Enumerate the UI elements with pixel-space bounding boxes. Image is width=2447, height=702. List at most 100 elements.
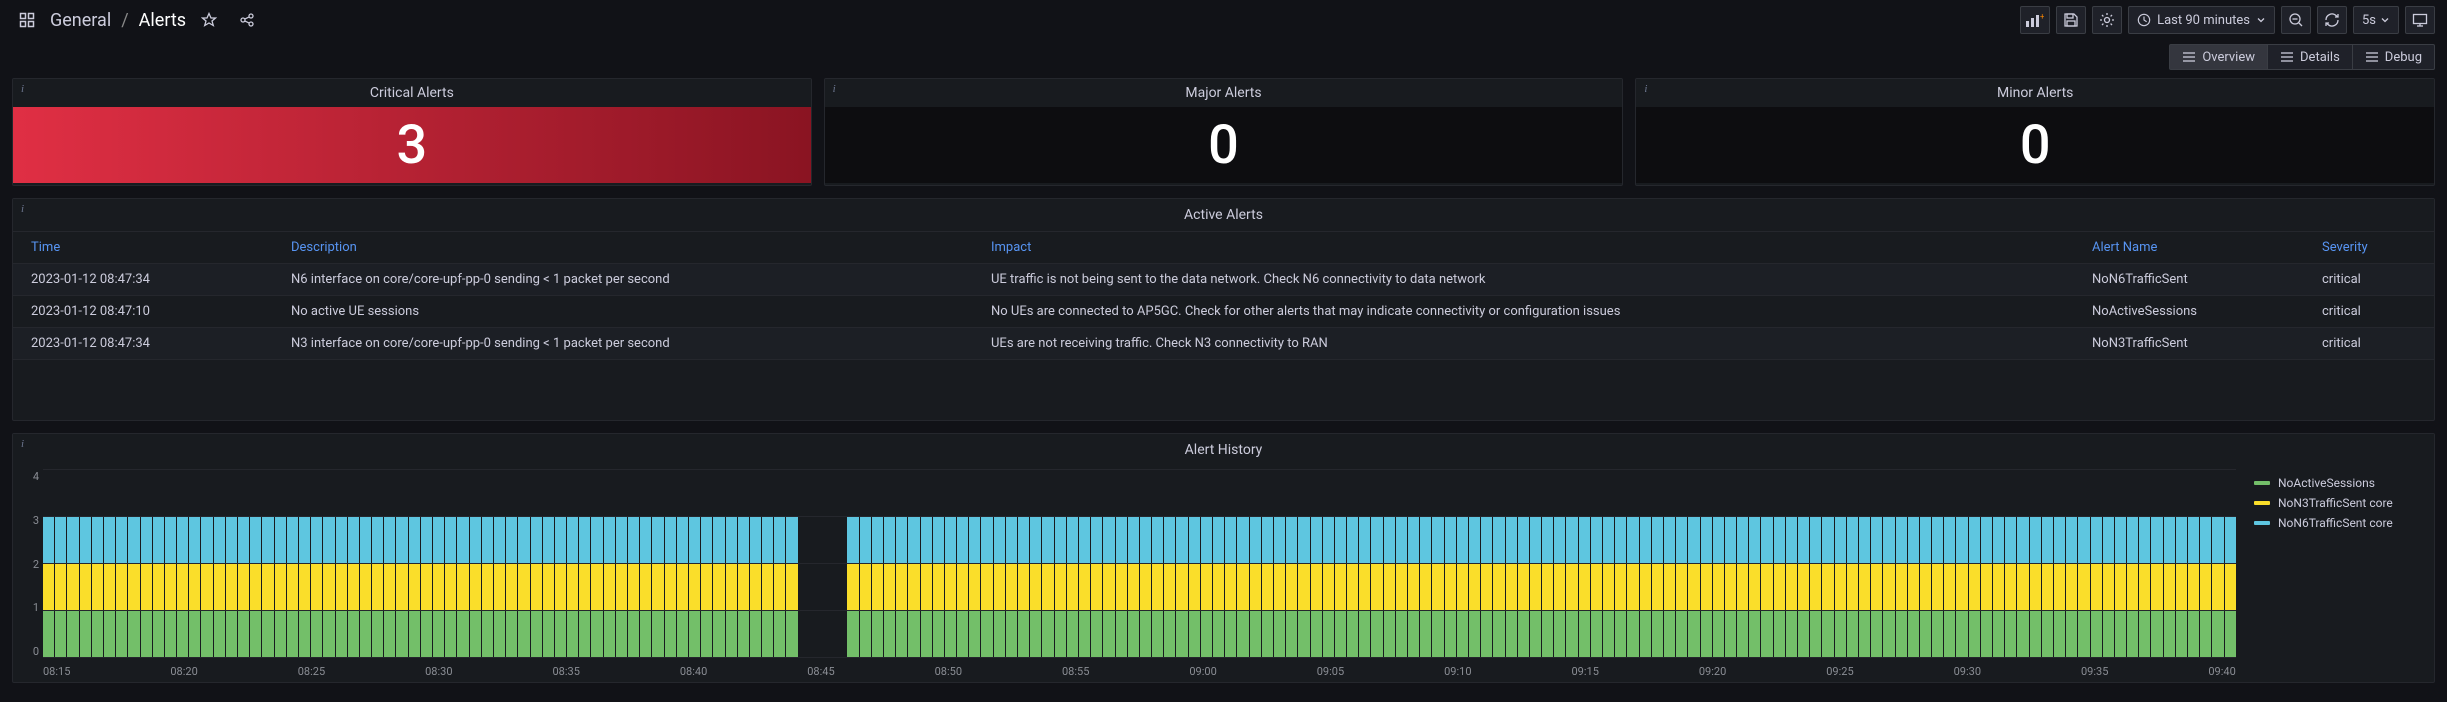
bar (1896, 470, 1907, 658)
chart-plot[interactable] (43, 470, 2236, 658)
bar (762, 470, 773, 658)
bar (628, 470, 639, 658)
cell-desc: No active UE sessions (273, 296, 973, 328)
bar (262, 470, 273, 658)
bar (689, 470, 700, 658)
bar (896, 470, 907, 658)
bar (372, 470, 383, 658)
bar (2091, 470, 2102, 658)
breadcrumb-folder[interactable]: General (50, 10, 111, 31)
panel-title: Active Alerts (13, 199, 2434, 231)
tab-details-label: Details (2300, 50, 2340, 65)
chart-legend: NoActiveSessions NoN3TrafficSent core NoN6… (2244, 466, 2434, 682)
tab-details[interactable]: Details (2268, 44, 2353, 70)
bar (1530, 470, 1541, 658)
bar (1396, 470, 1407, 658)
star-icon[interactable] (194, 6, 224, 34)
bar (1432, 470, 1443, 658)
list-icon (2280, 51, 2294, 63)
bar (567, 470, 578, 658)
bar (726, 470, 737, 658)
tab-debug[interactable]: Debug (2353, 44, 2435, 70)
bar (604, 470, 615, 658)
zoom-out-icon[interactable] (2281, 6, 2311, 34)
legend-item[interactable]: NoActiveSessions (2254, 476, 2424, 490)
bar (713, 470, 724, 658)
bar (1664, 470, 1675, 658)
cell-impact: UE traffic is not being sent to the data… (973, 264, 2074, 296)
bar (1481, 470, 1492, 658)
bar (1018, 470, 1029, 658)
table-row[interactable]: 2023-01-12 08:47:34N3 interface on core/… (13, 328, 2434, 360)
panel-title: Minor Alerts (1636, 79, 2434, 107)
col-header-time[interactable]: Time (13, 232, 273, 264)
bar (153, 470, 164, 658)
col-header-desc[interactable]: Description (273, 232, 973, 264)
add-panel-icon[interactable]: + (2020, 6, 2050, 34)
monitor-icon[interactable] (2405, 6, 2435, 34)
bar (1055, 470, 1066, 658)
panel-critical-alerts[interactable]: i Critical Alerts 3 (12, 78, 812, 186)
breadcrumb: General / Alerts (50, 10, 186, 31)
bar (616, 470, 627, 658)
refresh-interval-label: 5s (2362, 13, 2376, 28)
info-icon[interactable]: i (21, 438, 24, 450)
bar (531, 470, 542, 658)
bar (1298, 470, 1309, 658)
bar (738, 470, 749, 658)
bar (1810, 470, 1821, 658)
alerts-table: Time Description Impact Alert Name Sever… (13, 231, 2434, 360)
bar (652, 470, 663, 658)
legend-item[interactable]: NoN3TrafficSent core (2254, 496, 2424, 510)
bar (1274, 470, 1285, 658)
table-row[interactable]: 2023-01-12 08:47:34N6 interface on core/… (13, 264, 2434, 296)
info-icon[interactable]: i (833, 83, 836, 95)
time-range-picker[interactable]: Last 90 minutes (2128, 6, 2275, 34)
info-icon[interactable]: i (21, 83, 24, 95)
share-icon[interactable] (232, 6, 262, 34)
bar (2127, 470, 2138, 658)
bar (1627, 470, 1638, 658)
bar (1103, 470, 1114, 658)
bar (1652, 470, 1663, 658)
col-header-name[interactable]: Alert Name (2074, 232, 2304, 264)
tab-overview-label: Overview (2202, 50, 2255, 65)
bar (1774, 470, 1785, 658)
refresh-interval-picker[interactable]: 5s (2353, 6, 2399, 34)
legend-swatch (2254, 521, 2270, 525)
info-icon[interactable]: i (1644, 83, 1647, 95)
bar (1493, 470, 1504, 658)
save-icon[interactable] (2056, 6, 2086, 34)
panel-title: Major Alerts (825, 79, 1623, 107)
breadcrumb-title[interactable]: Alerts (139, 10, 186, 31)
bar (360, 470, 371, 658)
bar (2176, 470, 2187, 658)
bar (165, 470, 176, 658)
bar (908, 470, 919, 658)
gear-icon[interactable] (2092, 6, 2122, 34)
bar (1408, 470, 1419, 658)
bar (287, 470, 298, 658)
apps-icon[interactable] (12, 6, 42, 34)
time-range-label: Last 90 minutes (2157, 13, 2250, 28)
panel-minor-alerts[interactable]: i Minor Alerts 0 (1635, 78, 2435, 186)
x-axis: 08:1508:2008:2508:3008:3508:4008:4508:50… (43, 665, 2236, 678)
bar (2078, 470, 2089, 658)
tab-overview[interactable]: Overview (2169, 44, 2268, 70)
bar (201, 470, 212, 658)
bar (1006, 470, 1017, 658)
bar (1116, 470, 1127, 658)
info-icon[interactable]: i (21, 203, 24, 215)
col-header-sev[interactable]: Severity (2304, 232, 2434, 264)
refresh-icon[interactable] (2317, 6, 2347, 34)
bar (945, 470, 956, 658)
bar (1713, 470, 1724, 658)
panel-major-alerts[interactable]: i Major Alerts 0 (824, 78, 1624, 186)
table-row[interactable]: 2023-01-12 08:47:10No active UE sessions… (13, 296, 2434, 328)
bar (1420, 470, 1431, 658)
col-header-impact[interactable]: Impact (973, 232, 2074, 264)
legend-item[interactable]: NoN6TrafficSent core (2254, 516, 2424, 530)
cell-impact: No UEs are connected to AP5GC. Check for… (973, 296, 2074, 328)
bar (518, 470, 529, 658)
bar (421, 470, 432, 658)
